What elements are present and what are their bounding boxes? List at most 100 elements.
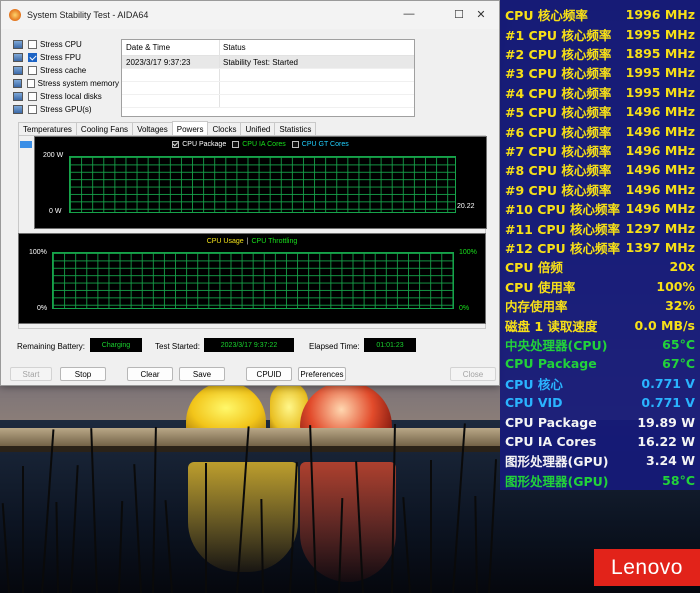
tab-statistics[interactable]: Statistics (274, 122, 317, 136)
osd-row: #5 CPU 核心频率 1496 MHz (500, 102, 700, 121)
tab-temperatures[interactable]: Temperatures (18, 122, 77, 136)
window-title: System Stability Test - AIDA64 (27, 10, 149, 20)
osd-value: 100% (656, 278, 695, 294)
osd-row: #9 CPU 核心频率 1496 MHz (500, 180, 700, 199)
osd-label: 中央处理器(CPU) (505, 337, 608, 353)
osd-label: #10 CPU 核心频率 (505, 202, 621, 218)
stress-option-gpu[interactable]: Stress GPU(s) (13, 103, 119, 116)
close-button[interactable]: Close (450, 367, 496, 381)
osd-label: #4 CPU 核心频率 (505, 85, 612, 101)
clear-button[interactable]: Clear (127, 367, 173, 381)
osd-label: #3 CPU 核心频率 (505, 66, 612, 82)
tab-unified[interactable]: Unified (240, 122, 276, 136)
legend-cpu-throttling: CPU Throttling (251, 238, 298, 245)
legend-checkbox[interactable] (172, 141, 180, 148)
osd-row: CPU VID 0.771 V (500, 393, 700, 412)
memory-icon (13, 79, 22, 88)
legend-cpu-ia-cores[interactable]: CPU IA Cores (232, 141, 286, 148)
legend-checkbox[interactable] (232, 141, 240, 148)
row-status: Stability Test: Started (223, 57, 298, 67)
gpu-icon (13, 105, 23, 114)
osd-label: CPU 核心频率 (505, 8, 588, 24)
close-window-button[interactable]: ✕ (463, 1, 499, 27)
tab-voltages[interactable]: Voltages (132, 122, 173, 136)
osd-value: 1297 MHz (625, 220, 695, 236)
osd-value: 1496 MHz (625, 201, 695, 217)
battery-value: Charging (90, 338, 142, 352)
osd-label: #9 CPU 核心频率 (505, 182, 612, 198)
stress-option-label: Stress CPU (40, 40, 82, 49)
stress-fpu-checkbox[interactable] (28, 53, 37, 62)
status-log-table[interactable]: Date & Time Status 2023/3/17 9:37:23 Sta… (121, 39, 415, 117)
stress-cache-checkbox[interactable] (28, 66, 37, 75)
osd-label: 磁盘 1 读取速度 (505, 318, 598, 334)
cpu-icon (13, 40, 23, 49)
tab-cooling-fans[interactable]: Cooling Fans (75, 122, 134, 136)
title-bar[interactable]: System Stability Test - AIDA64 — ☐ ✕ (1, 1, 499, 29)
graph-scroll-handle[interactable] (20, 141, 32, 148)
column-header-datetime[interactable]: Date & Time (122, 40, 220, 55)
stop-button[interactable]: Stop (60, 367, 106, 381)
test-started-value: 2023/3/17 9:37:22 (204, 338, 294, 352)
legend-cpu-gt-cores[interactable]: CPU GT Cores (291, 141, 349, 148)
usage-graph-legend: CPU Usage | CPU Throttling (19, 238, 485, 245)
osd-label: CPU 倍频 (505, 260, 563, 276)
osd-value: 1995 MHz (625, 84, 695, 100)
osd-label: CPU VID (505, 395, 563, 411)
save-button[interactable]: Save (179, 367, 225, 381)
fpu-icon (13, 53, 23, 62)
aida64-flame-icon (9, 9, 21, 21)
cpuid-button[interactable]: CPUID (246, 367, 292, 381)
stress-option-cpu[interactable]: Stress CPU (13, 38, 119, 51)
osd-value: 1496 MHz (625, 123, 695, 139)
osd-row: #7 CPU 核心频率 1496 MHz (500, 141, 700, 160)
preferences-button[interactable]: Preferences (298, 367, 346, 381)
start-button[interactable]: Start (10, 367, 52, 381)
stress-option-memory[interactable]: Stress system memory (13, 77, 119, 90)
osd-row: CPU 使用率 100% (500, 277, 700, 296)
minimize-button[interactable]: — (391, 1, 427, 27)
stress-option-cache[interactable]: Stress cache (13, 64, 119, 77)
osd-row: CPU 核心 0.771 V (500, 374, 700, 393)
osd-label: 图形处理器(GPU) (505, 473, 609, 489)
legend-cpu-package[interactable]: CPU Package (172, 141, 226, 148)
osd-label: #12 CPU 核心频率 (505, 240, 621, 256)
osd-row: CPU Package 19.89 W (500, 412, 700, 431)
tab-powers[interactable]: Powers (171, 121, 209, 136)
osd-row: CPU Package 67°C (500, 354, 700, 373)
stress-gpu-checkbox[interactable] (28, 105, 37, 114)
osd-value: 32% (665, 298, 695, 314)
osd-row: #11 CPU 核心频率 1297 MHz (500, 218, 700, 237)
osd-value: 0.771 V (641, 395, 695, 411)
stress-cpu-checkbox[interactable] (28, 40, 37, 49)
floating-dock (0, 428, 500, 448)
minimize-icon: — (403, 8, 415, 20)
osd-value: 1496 MHz (625, 162, 695, 178)
row-datetime: 2023/3/17 9:37:23 (122, 56, 220, 68)
table-row-empty (122, 95, 414, 108)
column-header-status[interactable]: Status (220, 40, 414, 55)
hardware-monitor-osd: CPU 核心频率 1996 MHz #1 CPU 核心频率 1995 MHz #2 CP… (500, 0, 700, 490)
stress-options-list: Stress CPU Stress FPU Stress cache Stres… (13, 38, 119, 116)
sensor-tabs: Temperatures Cooling Fans Voltages Power… (18, 121, 317, 136)
stress-option-disks[interactable]: Stress local disks (13, 90, 119, 103)
osd-row: CPU 倍频 20x (500, 257, 700, 276)
lenovo-logo: Lenovo (594, 549, 700, 586)
osd-value: 1496 MHz (625, 181, 695, 197)
osd-label: #8 CPU 核心频率 (505, 163, 612, 179)
osd-label: CPU 核心 (505, 376, 563, 392)
osd-label: #6 CPU 核心频率 (505, 124, 612, 140)
stress-disks-checkbox[interactable] (28, 92, 37, 101)
usage-graph-grid (52, 252, 454, 309)
osd-label: CPU IA Cores (505, 433, 597, 449)
osd-value: 1496 MHz (625, 104, 695, 120)
osd-row: #3 CPU 核心频率 1995 MHz (500, 63, 700, 82)
legend-separator: | (246, 238, 249, 245)
stress-option-label: Stress system memory (37, 79, 119, 88)
stress-memory-checkbox[interactable] (26, 79, 35, 88)
legend-checkbox[interactable] (291, 141, 299, 148)
stress-option-fpu[interactable]: Stress FPU (13, 51, 119, 64)
table-row[interactable]: 2023/3/17 9:37:23 Stability Test: Starte… (122, 56, 414, 69)
osd-row: #2 CPU 核心频率 1895 MHz (500, 44, 700, 63)
tab-clocks[interactable]: Clocks (207, 122, 242, 136)
